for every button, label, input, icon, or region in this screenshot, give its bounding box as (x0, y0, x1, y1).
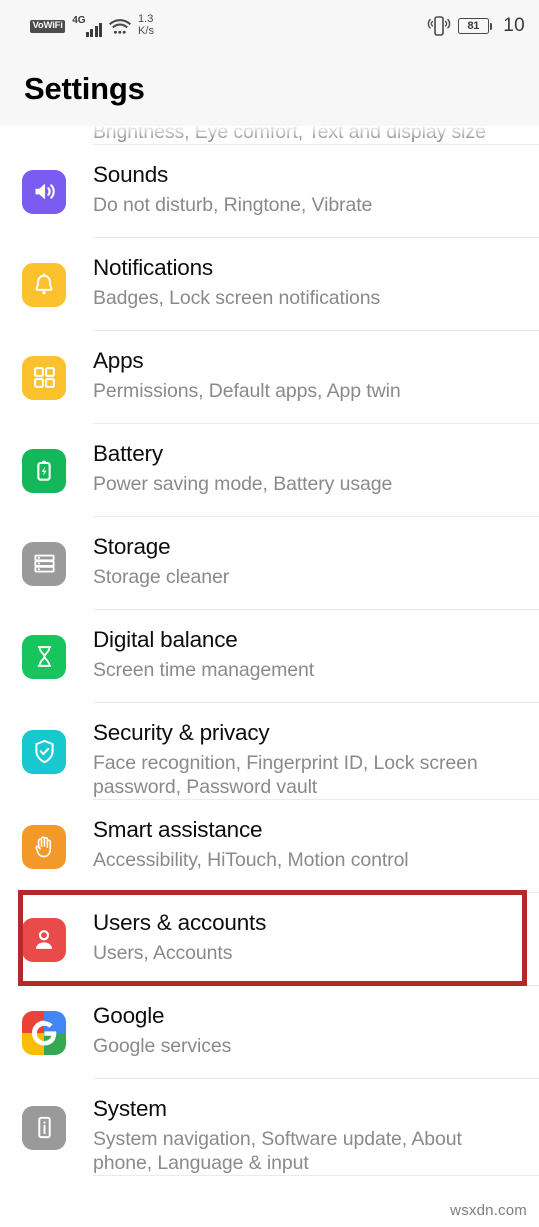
settings-row-icon-cell (18, 729, 93, 774)
battery-bolt-icon (22, 448, 66, 493)
settings-row-icon-cell (18, 917, 93, 962)
battery-tip (489, 22, 493, 30)
settings-row-text: Notifications Badges, Lock screen notific… (93, 238, 539, 310)
settings-row-subtitle: Do not disturb, Ringtone, Vibrate (93, 193, 373, 216)
vowifi-icon: VoWiFi (30, 19, 66, 33)
wifi-icon (109, 18, 132, 35)
settings-row-notifications[interactable]: Notifications Badges, Lock screen notific… (0, 238, 539, 331)
settings-row-title: Security & privacy (93, 720, 270, 745)
settings-row-title: Users & accounts (93, 910, 267, 936)
page-title: Settings (24, 71, 145, 106)
settings-row-subtitle: Power saving mode, Battery usage (93, 472, 393, 495)
battery-icon: 81 (457, 18, 493, 34)
settings-row-system[interactable]: System System navigation, Software update… (0, 1079, 539, 1177)
battery-percent: 81 (457, 18, 489, 34)
settings-row-text: Users & accounts Users, Accounts (93, 893, 539, 965)
status-bar-left: VoWiFi 4G 1.3 K/s (30, 14, 154, 37)
settings-row-smart-assistance[interactable]: Smart assistance Accessibility, HiTouch, … (0, 800, 539, 894)
settings-row-sounds[interactable]: Sounds Do not disturb, Ringtone, Vibrate (0, 145, 539, 238)
settings-row-subtitle: Users, Accounts (93, 941, 233, 964)
settings-row-title: Notifications (93, 255, 213, 280)
settings-row-security-privacy[interactable]: Security & privacy Face recognition, Fing… (0, 703, 539, 801)
watermark: wsxdn.com (450, 1202, 527, 1219)
settings-row-digital-balance[interactable]: Digital balance Screen time management (0, 610, 539, 703)
settings-row-text: System System navigation, Software update… (93, 1079, 539, 1176)
settings-row-text: Battery Power saving mode, Battery usage (93, 424, 539, 496)
phone-info-icon (22, 1105, 66, 1150)
network-type-label: 4G (72, 15, 86, 26)
settings-row-icon-cell (18, 1010, 93, 1055)
settings-list: Brightness, Eye comfort, Text and displa… (0, 52, 539, 1177)
apps-grid-icon (22, 355, 66, 400)
settings-row-icon-cell (18, 824, 93, 869)
settings-row-icon-cell (18, 355, 93, 400)
settings-row-icon-cell (18, 448, 93, 493)
speaker-icon (22, 169, 66, 214)
settings-row-subtitle: Accessibility, HiTouch, Motion control (93, 848, 409, 871)
data-speed-indicator: 1.3 K/s (138, 14, 154, 37)
settings-row-icon-cell (18, 1105, 93, 1150)
user-icon (22, 917, 66, 962)
google-g-icon (22, 1010, 66, 1055)
settings-screen: VoWiFi 4G 1.3 K/s 81 10 Brightness, Eye … (0, 0, 539, 1227)
data-speed-unit: K/s (138, 25, 154, 37)
storage-icon (22, 541, 66, 586)
status-bar: VoWiFi 4G 1.3 K/s 81 10 (0, 0, 539, 52)
app-header: Settings (0, 52, 539, 126)
settings-row-storage[interactable]: Storage Storage cleaner (0, 517, 539, 610)
cellular-signal-icon: 4G (72, 15, 103, 37)
signal-bars-icon (85, 22, 103, 37)
settings-row-text: Google Google services (93, 986, 539, 1058)
row-divider (93, 1175, 539, 1177)
hourglass-icon (22, 634, 66, 679)
settings-row-text: Digital balance Screen time management (93, 610, 539, 682)
data-speed-value: 1.3 (138, 13, 154, 26)
settings-row-title: Sounds (93, 162, 169, 187)
settings-row-title: System (93, 1096, 167, 1122)
settings-row-title: Smart assistance (93, 817, 263, 843)
settings-row-title: Google (93, 1003, 165, 1029)
settings-row-apps[interactable]: Apps Permissions, Default apps, App twin (0, 331, 539, 424)
settings-row-google[interactable]: Google Google services (0, 986, 539, 1080)
settings-row-subtitle: Storage cleaner (93, 565, 230, 588)
settings-row-subtitle: Permissions, Default apps, App twin (93, 379, 401, 402)
settings-row-subtitle: Screen time management (93, 658, 315, 681)
settings-row-title: Storage (93, 534, 171, 559)
settings-row-text: Storage Storage cleaner (93, 517, 539, 589)
settings-row-title: Apps (93, 348, 144, 373)
settings-row-subtitle: Badges, Lock screen notifications (93, 286, 381, 309)
settings-row-icon-cell (18, 169, 93, 214)
settings-row-icon-cell (18, 541, 93, 586)
settings-row-subtitle: System navigation, Software update, Abou… (93, 1127, 462, 1175)
vibrate-icon (427, 15, 451, 37)
settings-row-title: Digital balance (93, 627, 238, 652)
shield-check-icon (22, 729, 66, 774)
settings-row-text: Security & privacy Face recognition, Fing… (93, 703, 539, 800)
settings-row-icon-cell (18, 262, 93, 307)
settings-row-icon-cell (18, 634, 93, 679)
hand-icon (22, 824, 66, 869)
settings-row-users-accounts[interactable]: Users & accounts Users, Accounts (0, 893, 539, 987)
settings-row-subtitle: Google services (93, 1034, 232, 1057)
settings-row-title: Battery (93, 441, 163, 466)
status-bar-clock: 10 (503, 15, 525, 36)
settings-row-text: Sounds Do not disturb, Ringtone, Vibrate (93, 145, 539, 217)
settings-row-battery[interactable]: Battery Power saving mode, Battery usage (0, 424, 539, 517)
bell-icon (22, 262, 66, 307)
status-bar-right: 81 10 (427, 15, 525, 37)
settings-row-text: Smart assistance Accessibility, HiTouch, … (93, 800, 539, 872)
settings-row-subtitle: Face recognition, Fingerprint ID, Lock s… (93, 751, 478, 799)
settings-row-text: Apps Permissions, Default apps, App twin (93, 331, 539, 403)
